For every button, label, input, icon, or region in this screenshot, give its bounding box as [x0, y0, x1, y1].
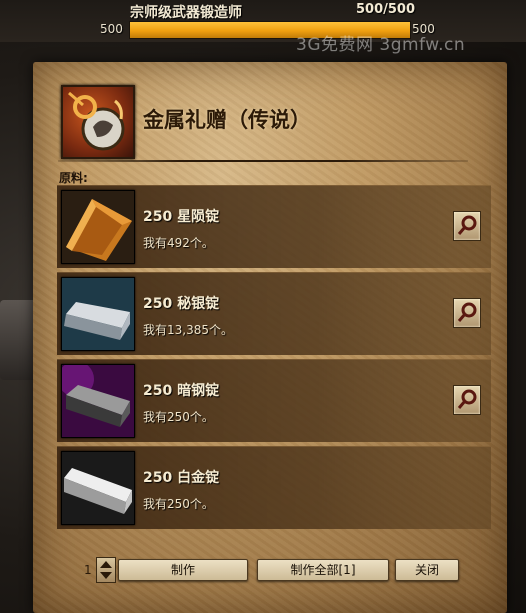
material-owned-count: 我有250个。 [143, 410, 214, 424]
materials-label: 原料: [59, 171, 88, 185]
material-name: 250 秘银锭 [143, 296, 220, 312]
craft-all-button[interactable]: 制作全部[1] [257, 559, 389, 581]
craft-button[interactable]: 制作 [118, 559, 248, 581]
search-button[interactable] [453, 298, 481, 328]
material-row-mithril: 250 秘银锭 我有13,385个。 [57, 272, 491, 355]
material-name: 250 星陨锭 [143, 209, 220, 225]
material-row-darksteel: 250 暗钢锭 我有250个。 [57, 359, 491, 442]
platinum-ingot-icon [61, 451, 135, 525]
search-button[interactable] [453, 385, 481, 415]
magnifier-icon [457, 215, 477, 235]
magnifier-icon [457, 302, 477, 322]
watermark: 3G免费网 3gmfw.cn [296, 35, 466, 55]
close-button[interactable]: 关闭 [395, 559, 459, 581]
orichalcum-ingot-icon [61, 190, 135, 264]
bar-min-value: 500 [100, 22, 123, 36]
quantity-value: 1 [84, 563, 92, 577]
material-name: 250 暗钢锭 [143, 383, 220, 399]
material-name: 250 白金锭 [143, 470, 220, 486]
materials-list: 250 星陨锭 我有492个。 250 秘银锭 我有13,385个。 250 暗… [57, 185, 491, 533]
material-owned-count: 我有492个。 [143, 236, 214, 250]
magnifier-icon [457, 389, 477, 409]
search-button[interactable] [453, 211, 481, 241]
recipe-title: 金属礼赠（传说） [143, 107, 311, 132]
up-down-arrows-icon [100, 561, 112, 579]
material-row-platinum: 250 白金锭 我有250个。 [57, 446, 491, 529]
discipline-title: 宗师级武器锻造师 [130, 5, 242, 21]
divider [58, 160, 468, 162]
quantity-stepper[interactable] [96, 557, 116, 583]
material-owned-count: 我有13,385个。 [143, 323, 233, 337]
discipline-level: 500/500 [356, 2, 416, 17]
darksteel-ingot-icon [61, 364, 135, 438]
mithril-ingot-icon [61, 277, 135, 351]
recipe-icon [61, 85, 135, 159]
material-owned-count: 我有250个。 [143, 497, 214, 511]
material-row-orichalcum: 250 星陨锭 我有492个。 [57, 185, 491, 268]
